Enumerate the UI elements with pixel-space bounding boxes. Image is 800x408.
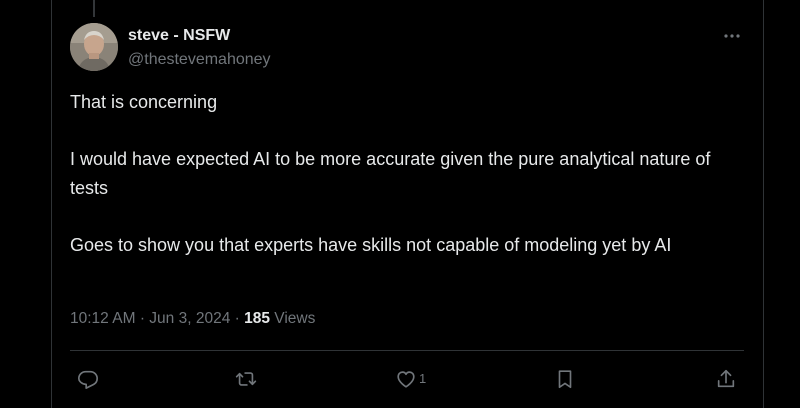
reply-icon: [78, 370, 98, 389]
bookmark-icon: [558, 370, 572, 389]
views-label[interactable]: Views: [274, 310, 315, 327]
views-count[interactable]: 185: [244, 310, 270, 327]
author-display-name[interactable]: steve - NSFW: [128, 26, 230, 46]
meta-separator: ·: [139, 310, 145, 327]
more-options-button[interactable]: [720, 26, 744, 46]
avatar-image: [70, 23, 118, 71]
repost-icon: [235, 372, 257, 386]
bookmark-button[interactable]: [554, 367, 576, 391]
tweet-paragraph: That is concerning: [70, 92, 218, 112]
reply-button[interactable]: [77, 367, 99, 391]
tweet-paragraph: Goes to show you that experts have skill…: [70, 234, 672, 255]
share-button[interactable]: [715, 367, 737, 391]
like-button[interactable]: 1: [395, 367, 426, 391]
tweet-paragraph: I would have expected AI to be more accu…: [70, 149, 711, 198]
tweet-actions-bar: 1: [0, 365, 800, 393]
heart-icon: [397, 371, 415, 388]
tweet-metadata: 10:12 AM · Jun 3, 2024 · 185 Views: [70, 309, 315, 329]
avatar[interactable]: [70, 23, 118, 71]
repost-button[interactable]: [235, 367, 257, 391]
thread-connector-line: [93, 0, 95, 17]
like-count: 1: [419, 371, 427, 386]
author-handle[interactable]: @thestevemahoney: [128, 50, 271, 70]
tweet-time[interactable]: 10:12 AM: [70, 310, 136, 327]
more-icon: [724, 34, 740, 38]
tweet-date[interactable]: Jun 3, 2024: [149, 310, 230, 327]
divider: [70, 350, 744, 351]
meta-separator: ·: [234, 310, 240, 327]
tweet-text: That is concerning I would have expected…: [70, 88, 750, 259]
share-icon: [717, 369, 735, 388]
